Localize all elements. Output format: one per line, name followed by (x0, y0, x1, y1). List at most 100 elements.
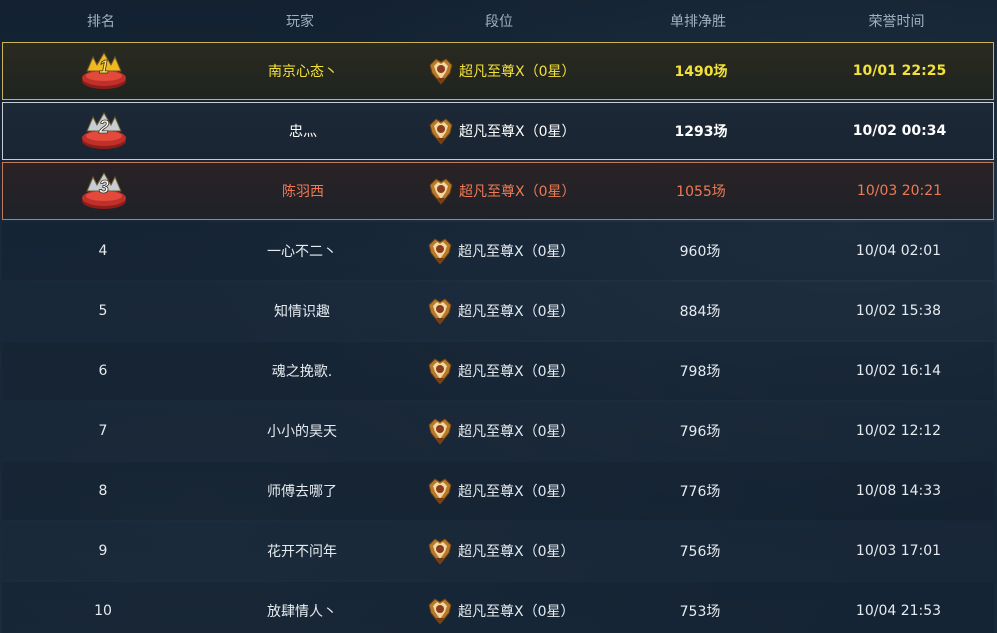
player-name[interactable]: 放肆情人丶 (204, 582, 400, 633)
player-name[interactable]: 南京心态丶 (205, 43, 401, 99)
rank-number: 5 (98, 303, 108, 319)
honor-time: 10/03 17:01 (855, 543, 942, 559)
player-name[interactable]: 师傅去哪了 (204, 462, 400, 520)
tier-label: 超凡至尊Ⅹ（0星） (459, 64, 576, 80)
player-name[interactable]: 花开不问年 (204, 522, 400, 580)
honor-time: 10/03 20:21 (856, 183, 943, 199)
tier-cell: 超凡至尊Ⅹ（0星） (400, 462, 602, 520)
header-tier: 段位 (485, 14, 513, 30)
header-rank: 排名 (87, 14, 115, 30)
tier-label: 超凡至尊Ⅹ（0星） (458, 544, 575, 560)
leaderboard-row[interactable]: 5 知情识趣 超凡至尊Ⅹ（0星） 884场 10/02 15:38 (2, 282, 994, 340)
leaderboard-row[interactable]: 1 南京心态丶 超凡至尊Ⅹ（0星） 1490场 10/01 22:25 (2, 42, 994, 100)
tier-label: 超凡至尊Ⅹ（0星） (458, 244, 575, 260)
honor-time: 10/04 21:53 (855, 603, 942, 619)
leaderboard-row[interactable]: 4 一心不二丶 超凡至尊Ⅹ（0星） 960场 10/04 02:01 (2, 222, 994, 280)
tier-cell: 超凡至尊Ⅹ（0星） (400, 402, 602, 460)
tier-label: 超凡至尊Ⅹ（0星） (459, 124, 576, 140)
honor-time: 10/08 14:33 (855, 483, 942, 499)
honor-time: 10/02 12:12 (855, 423, 942, 439)
tier-badge-icon (428, 418, 452, 445)
leaderboard-row[interactable]: 6 魂之挽歌. 超凡至尊Ⅹ（0星） 798场 10/02 16:14 (2, 342, 994, 400)
player-name[interactable]: 魂之挽歌. (204, 342, 400, 400)
rank-cell: 1 (3, 43, 205, 99)
tier-badge-icon (428, 358, 452, 385)
tier-label: 超凡至尊Ⅹ（0星） (458, 364, 575, 380)
header-player: 玩家 (286, 14, 314, 30)
rank-cell: 7 (2, 402, 204, 460)
net-wins: 1055场 (676, 184, 726, 200)
header-time: 荣誉时间 (868, 14, 925, 30)
player-name[interactable]: 知情识趣 (204, 282, 400, 340)
rank-cell: 5 (2, 282, 204, 340)
rank-number: 7 (98, 423, 108, 439)
rank-cell: 9 (2, 522, 204, 580)
rank-number: 10 (94, 603, 112, 619)
tier-cell: 超凡至尊Ⅹ（0星） (401, 103, 603, 159)
tier-label: 超凡至尊Ⅹ（0星） (459, 184, 576, 200)
tier-badge-icon (428, 598, 452, 625)
honor-time: 10/01 22:25 (852, 63, 947, 79)
rank-cell: 6 (2, 342, 204, 400)
leaderboard-row[interactable]: 2 忠灬 超凡至尊Ⅹ（0星） 1293场 10/02 00:34 (2, 102, 994, 160)
rank-number: 8 (98, 483, 108, 499)
svg-text:2: 2 (98, 117, 109, 137)
tier-badge-icon (428, 538, 452, 565)
net-wins: 796场 (679, 424, 721, 440)
net-wins: 798场 (679, 364, 721, 380)
player-name[interactable]: 一心不二丶 (204, 222, 400, 280)
svg-text:1: 1 (99, 57, 109, 77)
rank-medal-icon: 1 (82, 52, 126, 89)
net-wins: 1490场 (674, 64, 728, 80)
net-wins: 960场 (679, 244, 721, 260)
honor-time: 10/04 02:01 (855, 243, 942, 259)
net-wins: 756场 (679, 544, 721, 560)
tier-label: 超凡至尊Ⅹ（0星） (458, 424, 575, 440)
tier-badge-icon (428, 478, 452, 505)
header-wins: 单排净胜 (670, 14, 726, 30)
leaderboard-row[interactable]: 8 师傅去哪了 超凡至尊Ⅹ（0星） 776场 10/08 14:33 (2, 462, 994, 520)
rank-medal-icon: 2 (82, 112, 126, 149)
tier-label: 超凡至尊Ⅹ（0星） (458, 484, 575, 500)
leaderboard-row[interactable]: 10 放肆情人丶 超凡至尊Ⅹ（0星） 753场 10/04 21:53 (2, 582, 994, 633)
rank-number: 9 (98, 543, 108, 559)
tier-badge-icon (429, 58, 453, 85)
leaderboard-row[interactable]: 3 陈羽西 超凡至尊Ⅹ（0星） 1055场 10/03 20:21 (2, 162, 994, 220)
tier-badge-icon (429, 178, 453, 205)
tier-badge-icon (428, 298, 452, 325)
tier-label: 超凡至尊Ⅹ（0星） (458, 304, 575, 320)
net-wins: 1293场 (674, 124, 728, 140)
leaderboard-row[interactable]: 9 花开不问年 超凡至尊Ⅹ（0星） 756场 10/03 17:01 (2, 522, 994, 580)
tier-badge-icon (428, 238, 452, 265)
svg-text:3: 3 (99, 177, 109, 197)
player-name[interactable]: 陈羽西 (205, 163, 401, 219)
tier-cell: 超凡至尊Ⅹ（0星） (400, 342, 602, 400)
player-name[interactable]: 忠灬 (205, 103, 401, 159)
rank-number: 6 (98, 363, 108, 379)
rank-medal-icon: 3 (82, 172, 126, 209)
rank-number: 4 (98, 243, 108, 259)
tier-cell: 超凡至尊Ⅹ（0星） (400, 522, 602, 580)
net-wins: 753场 (679, 604, 721, 620)
honor-time: 10/02 00:34 (852, 123, 947, 139)
tier-cell: 超凡至尊Ⅹ（0星） (400, 282, 602, 340)
rank-cell: 2 (3, 103, 205, 159)
leaderboard: 排名 玩家 段位 单排净胜 荣誉时间 1 南京心态丶 超凡至尊Ⅹ（0星） 1490场 1… (0, 0, 997, 633)
rank-cell: 4 (2, 222, 204, 280)
tier-cell: 超凡至尊Ⅹ（0星） (400, 222, 602, 280)
leaderboard-row[interactable]: 7 小小的昊天 超凡至尊Ⅹ（0星） 796场 10/02 12:12 (2, 402, 994, 460)
tier-label: 超凡至尊Ⅹ（0星） (458, 604, 575, 620)
honor-time: 10/02 15:38 (855, 303, 942, 319)
rank-cell: 3 (3, 163, 205, 219)
tier-cell: 超凡至尊Ⅹ（0星） (401, 163, 603, 219)
honor-time: 10/02 16:14 (855, 363, 942, 379)
tier-badge-icon (429, 118, 453, 145)
net-wins: 884场 (679, 304, 721, 320)
net-wins: 776场 (679, 484, 721, 500)
leaderboard-header: 排名 玩家 段位 单排净胜 荣誉时间 (0, 0, 997, 42)
player-name[interactable]: 小小的昊天 (204, 402, 400, 460)
tier-cell: 超凡至尊Ⅹ（0星） (401, 43, 603, 99)
rank-cell: 8 (2, 462, 204, 520)
tier-cell: 超凡至尊Ⅹ（0星） (400, 582, 602, 633)
rank-cell: 10 (2, 582, 204, 633)
